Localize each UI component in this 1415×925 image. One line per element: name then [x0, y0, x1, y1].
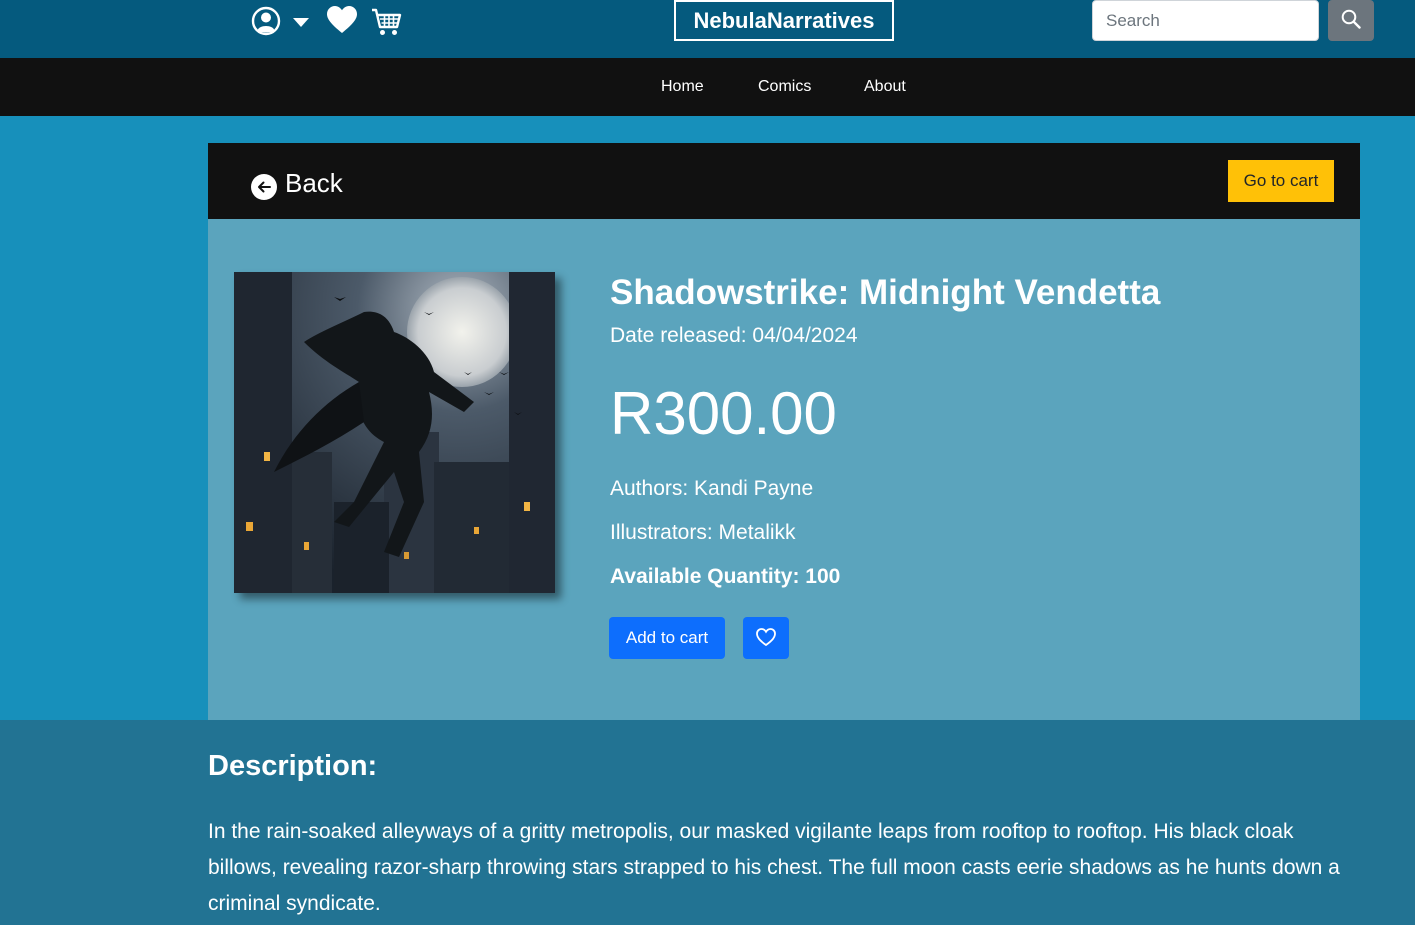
- heart-outline-icon: [756, 627, 776, 649]
- description-section: Description: In the rain-soaked alleyway…: [0, 720, 1415, 925]
- search-icon: [1341, 9, 1361, 32]
- brand-logo[interactable]: NebulaNarratives: [674, 0, 894, 41]
- comic-cover-image: [234, 272, 555, 593]
- cart-icon[interactable]: [371, 8, 402, 36]
- back-button[interactable]: Back: [251, 167, 343, 200]
- user-icon[interactable]: [251, 6, 281, 36]
- heart-icon[interactable]: [327, 6, 357, 34]
- nav-link-home[interactable]: Home: [661, 58, 704, 116]
- description-heading: Description:: [208, 750, 378, 782]
- top-bar: NebulaNarratives: [0, 0, 1415, 58]
- arrow-left-circle-icon: [251, 174, 277, 200]
- nav-link-about[interactable]: About: [864, 58, 906, 116]
- search-input[interactable]: [1092, 0, 1319, 41]
- product-title: Shadowstrike: Midnight Vendetta: [610, 273, 1161, 312]
- product-price: R300.00: [610, 380, 837, 447]
- nav-link-comics[interactable]: Comics: [758, 58, 811, 116]
- product-authors: Authors: Kandi Payne: [610, 477, 814, 500]
- release-date: Date released: 04/04/2024: [610, 324, 858, 347]
- product-illustrators: Illustrators: Metalikk: [610, 521, 796, 544]
- add-to-wishlist-button[interactable]: [743, 617, 789, 659]
- product-card-header: Back Go to cart: [208, 143, 1360, 219]
- add-to-cart-button[interactable]: Add to cart: [609, 617, 725, 659]
- go-to-cart-button[interactable]: Go to cart: [1228, 160, 1334, 202]
- back-label: Back: [285, 168, 343, 198]
- description-text: In the rain-soaked alleyways of a gritty…: [208, 820, 1340, 915]
- product-card-body: Shadowstrike: Midnight Vendetta Date rel…: [208, 219, 1360, 720]
- search-button[interactable]: [1328, 0, 1374, 41]
- caret-down-icon[interactable]: [293, 15, 309, 27]
- main-nav: Home Comics About: [0, 58, 1415, 116]
- available-quantity: Available Quantity: 100: [610, 565, 841, 588]
